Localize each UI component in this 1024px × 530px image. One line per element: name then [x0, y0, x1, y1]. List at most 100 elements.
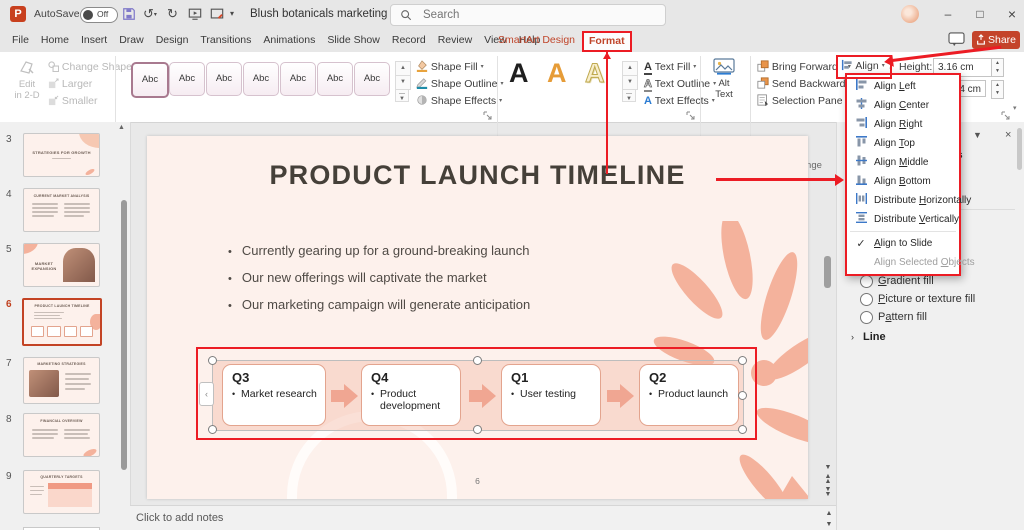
slide-bullet-3[interactable]: •Our marketing campaign will generate an…: [228, 297, 708, 313]
menu-item-align-right[interactable]: Align Right: [847, 115, 959, 134]
pattern-fill-radio[interactable]: [860, 311, 873, 324]
tab-format[interactable]: Format: [582, 31, 632, 52]
text-fill-button[interactable]: A Text Fill▾: [644, 59, 696, 75]
larger-button[interactable]: Larger: [48, 76, 92, 92]
change-shape-button[interactable]: Change Shape▾: [48, 59, 138, 75]
review-changes-button[interactable]: [210, 7, 224, 26]
shape-style-chip-4[interactable]: Abc: [243, 62, 279, 96]
close-button[interactable]: ×: [998, 0, 1024, 28]
thumbs-scroll-up-icon[interactable]: ▲: [118, 124, 125, 131]
tab-record[interactable]: Record: [386, 28, 432, 52]
tab-slide-show[interactable]: Slide Show: [321, 28, 386, 52]
slide-thumbnail-6-selected[interactable]: PRODUCT LAUNCH TIMELINE: [22, 298, 102, 346]
tab-review[interactable]: Review: [432, 28, 478, 52]
line-section-label[interactable]: Line: [863, 331, 886, 343]
menu-item-distribute-horizontally[interactable]: Distribute Horizontally: [847, 191, 959, 210]
scroll-down-icon[interactable]: ▼: [823, 464, 833, 471]
tab-home[interactable]: Home: [35, 28, 75, 52]
slide-thumbnail-4[interactable]: CURRENT MARKET ANALYSIS: [23, 188, 100, 232]
wordart-style-1[interactable]: A: [509, 58, 529, 89]
wordart-dialog-launcher[interactable]: [686, 107, 696, 117]
wordart-style-3[interactable]: A: [585, 58, 605, 89]
size-dialog-launcher[interactable]: [1001, 107, 1011, 117]
shape-styles-dialog-launcher[interactable]: [483, 107, 493, 117]
smaller-button[interactable]: Smaller: [48, 93, 98, 109]
notes-scroll-up-icon[interactable]: ▲: [824, 510, 834, 517]
tab-draw[interactable]: Draw: [113, 28, 150, 52]
shape-style-chip-1[interactable]: Abc: [131, 62, 169, 98]
search-box[interactable]: [390, 4, 666, 26]
collapse-ribbon-icon[interactable]: ▾: [1013, 104, 1017, 112]
pane-chevron-down-icon[interactable]: ▼: [973, 130, 982, 140]
menu-item-align-to-slide[interactable]: ✓ Align to Slide: [847, 234, 959, 253]
tab-design[interactable]: Design: [150, 28, 195, 52]
tab-animations[interactable]: Animations: [257, 28, 321, 52]
slide-canvas[interactable]: PRODUCT LAUNCH TIMELINE •Currently geari…: [147, 136, 808, 499]
alt-text-button[interactable]: AltText: [705, 58, 743, 100]
tab-file[interactable]: File: [6, 28, 35, 52]
slide-thumbnail-8[interactable]: FINANCIAL OVERVIEW: [23, 413, 100, 457]
slide-bullet-1[interactable]: •Currently gearing up for a ground-break…: [228, 243, 708, 259]
edit-in-2d-button[interactable]: Editin 2-D: [10, 58, 44, 101]
wordart-style-2[interactable]: A: [547, 58, 567, 89]
tab-smartart-design[interactable]: SmartArt Design: [498, 28, 575, 52]
previous-slide-button[interactable]: ▲▲: [823, 474, 833, 484]
undo-dropdown-icon[interactable]: ▾: [154, 12, 157, 18]
width-spinner[interactable]: ▲▼: [991, 80, 1004, 99]
menu-item-distribute-vertically[interactable]: Distribute Vertically: [847, 210, 959, 229]
gradient-fill-radio[interactable]: [860, 275, 873, 288]
slide-thumbnail-3[interactable]: STRATEGIES FOR GROWTH: [23, 133, 100, 177]
slide-scrollbar[interactable]: [824, 256, 831, 288]
menu-item-align-bottom[interactable]: Align Bottom: [847, 172, 959, 191]
pane-close-icon[interactable]: ×: [1005, 129, 1011, 141]
redo-button[interactable]: ↻: [167, 0, 178, 28]
minimize-button[interactable]: –: [934, 0, 962, 28]
slide-thumbnail-7[interactable]: MARKETING STRATEGIES: [23, 357, 100, 404]
undo-button[interactable]: ↺▾: [143, 0, 157, 29]
wordart-gallery-down[interactable]: ▼: [622, 75, 638, 90]
slide-title[interactable]: PRODUCT LAUNCH TIMELINE: [147, 160, 808, 191]
powerpoint-app-icon[interactable]: P: [10, 6, 26, 22]
account-avatar[interactable]: [901, 5, 919, 23]
picture-fill-label: Picture or texture fill: [878, 293, 975, 305]
wordart-gallery-up[interactable]: ▲: [622, 61, 638, 76]
shape-outline-button[interactable]: Shape Outline▾: [416, 76, 504, 92]
height-spinner[interactable]: ▲▼: [991, 58, 1004, 77]
slide-thumbnail-9[interactable]: QUARTERLY TARGETS: [23, 470, 100, 514]
line-expand-chevron-icon[interactable]: ›: [851, 332, 854, 342]
pane-scrollbar[interactable]: [1017, 128, 1022, 170]
menu-item-align-left[interactable]: Align Left: [847, 77, 959, 96]
autosave-toggle[interactable]: Off: [80, 7, 118, 23]
notes-bar: Click to add notes ▲ ▼: [130, 505, 836, 530]
shape-styles-gallery-down[interactable]: ▼: [395, 75, 411, 90]
comments-button[interactable]: [948, 32, 966, 48]
maximize-button[interactable]: □: [966, 0, 994, 28]
tab-insert[interactable]: Insert: [75, 28, 113, 52]
qat-overflow-button[interactable]: ▾: [230, 0, 234, 28]
notes-scroll-down-icon[interactable]: ▼: [824, 521, 834, 528]
shape-style-chip-2[interactable]: Abc: [169, 62, 205, 96]
picture-fill-radio[interactable]: [860, 293, 873, 306]
slide-thumbnail-5[interactable]: MARKET EXPANSION: [23, 243, 100, 287]
thumbs-scrollbar[interactable]: [121, 200, 127, 470]
notes-placeholder[interactable]: Click to add notes: [136, 506, 223, 530]
next-slide-button[interactable]: ▼▼: [823, 487, 833, 497]
shape-fill-button[interactable]: Shape Fill▾: [416, 59, 484, 75]
slide-bullet-2[interactable]: •Our new offerings will captivate the ma…: [228, 270, 708, 286]
wordart-gallery-more[interactable]: —▼: [622, 89, 636, 102]
selection-pane-button[interactable]: Selection Pane: [757, 93, 843, 109]
shape-styles-gallery-up[interactable]: ▲: [395, 61, 411, 76]
menu-item-align-top[interactable]: Align Top: [847, 134, 959, 153]
save-button[interactable]: [122, 7, 136, 26]
bullet-dot: •: [228, 273, 232, 285]
menu-item-align-center[interactable]: Align Center: [847, 96, 959, 115]
menu-item-align-middle[interactable]: Align Middle: [847, 153, 959, 172]
search-input[interactable]: [421, 6, 645, 24]
shape-style-chip-6[interactable]: Abc: [317, 62, 353, 96]
shape-style-chip-5[interactable]: Abc: [280, 62, 316, 96]
tab-transitions[interactable]: Transitions: [194, 28, 257, 52]
shape-style-chip-7[interactable]: Abc: [354, 62, 390, 96]
shape-style-chip-3[interactable]: Abc: [206, 62, 242, 96]
start-slideshow-button[interactable]: [188, 7, 202, 26]
shape-styles-gallery-more[interactable]: —▼: [395, 89, 409, 102]
